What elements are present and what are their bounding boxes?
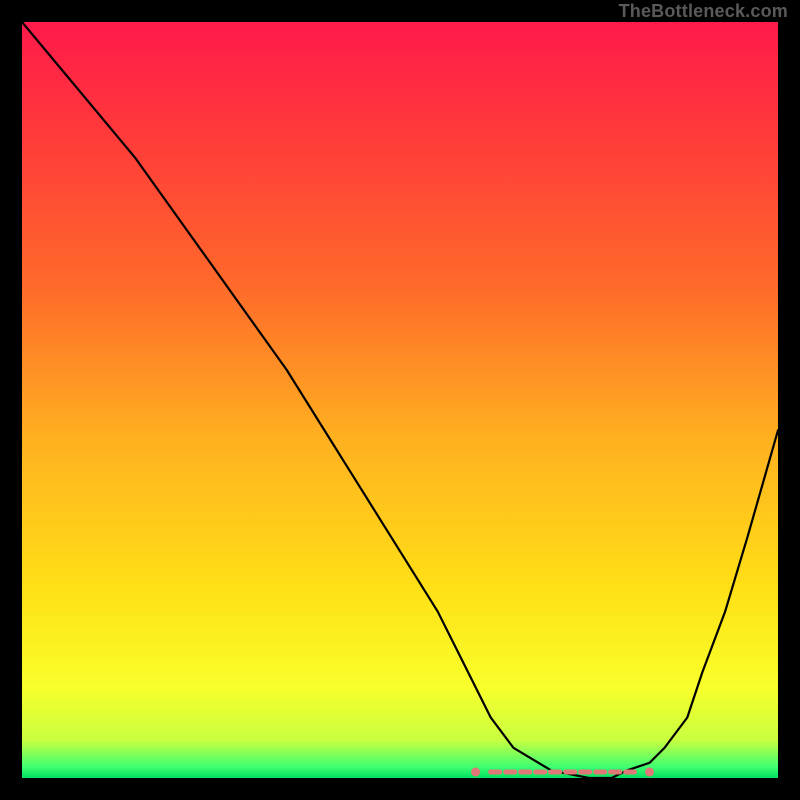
plot-area — [22, 22, 778, 778]
gradient-background — [22, 22, 778, 778]
chart-frame: TheBottleneck.com — [0, 0, 800, 800]
bottleneck-chart — [22, 22, 778, 778]
watermark-text: TheBottleneck.com — [619, 2, 788, 20]
